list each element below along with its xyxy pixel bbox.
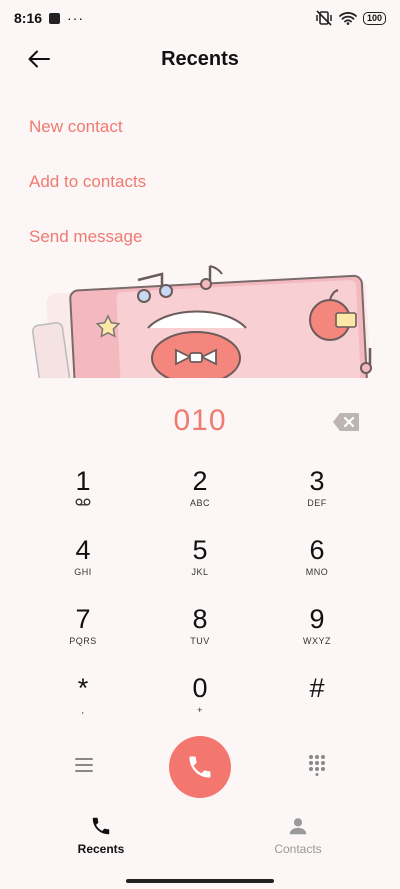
voicemail-icon bbox=[75, 498, 91, 506]
key-8[interactable]: 8 TUV bbox=[145, 604, 255, 666]
key-letters: ABC bbox=[189, 498, 210, 508]
tab-recents[interactable]: Recents bbox=[41, 815, 161, 856]
status-bar: 8:16 ··· 100 bbox=[0, 0, 400, 36]
bottom-navigation: Recents Contacts bbox=[0, 815, 400, 863]
send-message-button[interactable]: Send message bbox=[29, 227, 142, 247]
key-letters: MNO bbox=[305, 567, 329, 577]
key-digit: # bbox=[309, 673, 325, 703]
key-0[interactable]: 0 + bbox=[145, 673, 255, 735]
key-9[interactable]: 9 WXYZ bbox=[262, 604, 372, 666]
dialpad-icon[interactable] bbox=[307, 754, 327, 776]
key-digit: 4 bbox=[75, 535, 91, 565]
call-button[interactable] bbox=[169, 736, 231, 798]
dialer-controls bbox=[0, 736, 400, 798]
menu-icon[interactable] bbox=[74, 756, 94, 774]
header: Recents bbox=[0, 38, 400, 80]
phone-icon bbox=[189, 756, 211, 778]
key-digit: 5 bbox=[192, 535, 208, 565]
key-digit: 3 bbox=[309, 466, 325, 496]
home-indicator[interactable] bbox=[126, 879, 274, 883]
key-letters: , bbox=[81, 705, 85, 715]
key-7[interactable]: 7 PQRS bbox=[28, 604, 138, 666]
new-contact-button[interactable]: New contact bbox=[29, 117, 123, 137]
key-2[interactable]: 2 ABC bbox=[145, 466, 255, 528]
key-letters: TUV bbox=[190, 636, 210, 646]
key-digit: * bbox=[77, 673, 89, 703]
key-star[interactable]: *, bbox=[28, 673, 138, 735]
key-letters bbox=[262, 705, 372, 717]
key-6[interactable]: 6 MNO bbox=[262, 535, 372, 597]
notification-icon bbox=[49, 12, 61, 24]
key-5[interactable]: 5 JKL bbox=[145, 535, 255, 597]
more-notifications-icon: ··· bbox=[67, 10, 85, 26]
status-icons: 100 bbox=[315, 10, 386, 26]
page-title: Recents bbox=[161, 48, 239, 70]
key-4[interactable]: 4 GHI bbox=[28, 535, 138, 597]
decorative-illustration bbox=[0, 258, 400, 378]
key-hash[interactable]: # bbox=[262, 673, 372, 735]
wifi-icon bbox=[339, 12, 357, 25]
tab-label: Recents bbox=[77, 842, 125, 856]
key-digit: 2 bbox=[192, 466, 208, 496]
person-icon bbox=[289, 818, 307, 835]
battery-icon: 100 bbox=[362, 11, 386, 25]
key-1[interactable]: 1 bbox=[28, 466, 138, 528]
add-to-contacts-button[interactable]: Add to contacts bbox=[29, 172, 146, 192]
key-letters: WXYZ bbox=[303, 636, 331, 646]
tab-contacts[interactable]: Contacts bbox=[238, 815, 358, 856]
key-letters: PQRS bbox=[69, 636, 97, 646]
key-digit: 9 bbox=[309, 604, 325, 634]
status-time: 8:16 bbox=[14, 10, 43, 26]
vibrate-off-icon bbox=[316, 10, 332, 26]
key-digit: 0 bbox=[192, 673, 208, 703]
key-letters: JKL bbox=[191, 567, 209, 577]
key-letters: + bbox=[197, 705, 203, 715]
phone-icon bbox=[92, 817, 110, 835]
key-letters: GHI bbox=[74, 567, 92, 577]
key-digit: 1 bbox=[75, 466, 91, 496]
key-digit: 6 bbox=[309, 535, 325, 565]
key-digit: 8 bbox=[192, 604, 208, 634]
key-digit: 7 bbox=[75, 604, 91, 634]
key-letters: DEF bbox=[307, 498, 327, 508]
key-3[interactable]: 3 DEF bbox=[262, 466, 372, 528]
backspace-icon[interactable] bbox=[332, 412, 360, 432]
tab-label: Contacts bbox=[274, 842, 322, 856]
